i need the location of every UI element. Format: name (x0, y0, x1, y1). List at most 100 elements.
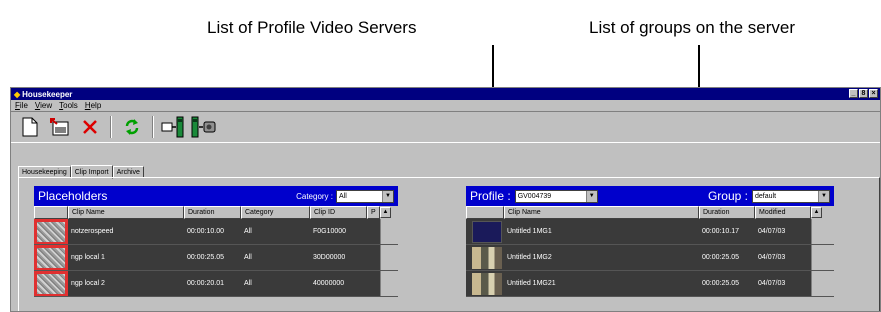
import-clip-icon (50, 118, 69, 136)
column-duration[interactable]: Duration (699, 206, 755, 219)
toolbar (11, 111, 880, 143)
column-duration[interactable]: Duration (184, 206, 241, 219)
clip-id: 40000000 (313, 280, 345, 287)
chevron-down-icon[interactable]: ▼ (382, 190, 393, 202)
table-row[interactable]: ngp local 2 00:00:20.01 All 40000000 (34, 271, 398, 297)
table-row[interactable]: notzerospeed 00:00:10.00 All F0G10000 (34, 219, 398, 245)
refresh-icon (125, 119, 139, 135)
profile-value: GV004739 (517, 192, 552, 200)
scroll-track[interactable] (380, 219, 398, 244)
profile-label: Profile : (470, 189, 511, 203)
scrollbar[interactable]: ▲ (380, 206, 398, 219)
new-document-button[interactable] (17, 115, 43, 139)
table-row[interactable]: ngp local 1 00:00:25.05 All 30D00000 (34, 245, 398, 271)
clip-name: Untitled 1MG1 (507, 228, 552, 235)
scroll-track[interactable] (811, 271, 834, 296)
group-select[interactable]: default ▼ (752, 189, 830, 203)
clip-category: All (244, 228, 252, 235)
scroll-track[interactable] (811, 245, 834, 270)
menu-tools[interactable]: Tools (59, 101, 78, 110)
toolbar-separator (152, 116, 154, 138)
scroll-up-button[interactable]: ▲ (811, 207, 822, 218)
clip-p (367, 219, 380, 244)
server-header: Profile : GV004739 ▼ Group : default ▼ (466, 186, 834, 206)
app-icon: ◆ (14, 89, 21, 99)
scroll-track[interactable] (380, 245, 398, 270)
server-to-archive-icon (191, 116, 216, 138)
group-label: Group : (707, 189, 748, 203)
clip-name: notzerospeed (71, 228, 114, 235)
maximize-button[interactable]: 8 (859, 89, 868, 98)
callout-profile-servers: List of Profile Video Servers (207, 18, 417, 37)
clip-duration: 00:00:10.17 (702, 228, 739, 235)
delete-button[interactable] (77, 115, 103, 139)
minimize-button[interactable]: _ (849, 89, 858, 98)
delete-icon (83, 120, 97, 134)
server-column-header: Clip Name Duration Modified ▲ (466, 206, 834, 219)
column-p[interactable]: P (367, 206, 380, 219)
clip-name: ngp local 1 (71, 254, 105, 261)
clip-name: Untitled 1MG2 (507, 254, 552, 261)
clip-name: ngp local 2 (71, 280, 105, 287)
server-to-archive-button[interactable] (191, 115, 217, 139)
category-label: Category : (296, 191, 333, 201)
placeholders-title: Placeholders (38, 189, 108, 203)
title-bar: ◆ Housekeeper _ 8 × (11, 88, 880, 100)
clip-id: F0G10000 (313, 228, 347, 235)
column-category[interactable]: Category (241, 206, 310, 219)
tab-strip: Housekeeping Clip Import Archive (18, 164, 144, 179)
clip-duration: 00:00:25.05 (187, 254, 224, 261)
clip-thumbnail (466, 271, 504, 296)
clip-thumbnail (466, 219, 504, 244)
clip-name: Untitled 1MG21 (507, 280, 556, 287)
table-row[interactable]: Untitled 1MG2 00:00:25.05 04/07/03 (466, 245, 834, 271)
scrollbar[interactable]: ▲ (811, 206, 834, 219)
category-value: All (339, 192, 347, 200)
menu-help[interactable]: Help (85, 101, 101, 110)
clip-thumbnail (466, 245, 504, 270)
housekeeper-window: ◆ Housekeeper _ 8 × File View Tools Help (10, 87, 881, 312)
new-document-icon (22, 117, 38, 137)
chevron-down-icon[interactable]: ▼ (585, 190, 597, 202)
export-to-server-icon (161, 116, 184, 138)
placeholders-column-header: Clip Name Duration Category Clip ID P ▲ (34, 206, 398, 219)
clip-thumbnail (34, 271, 68, 296)
clip-modified: 04/07/03 (758, 280, 786, 287)
column-thumbnail[interactable] (34, 206, 68, 219)
column-thumbnail[interactable] (466, 206, 504, 219)
menu-file[interactable]: File (15, 101, 28, 110)
column-clip-id[interactable]: Clip ID (310, 206, 367, 219)
table-row[interactable]: Untitled 1MG1 00:00:10.17 04/07/03 (466, 219, 834, 245)
scroll-track[interactable] (380, 271, 398, 296)
clip-duration: 00:00:20.01 (187, 280, 224, 287)
clip-duration: 00:00:10.00 (187, 228, 224, 235)
export-to-server-button[interactable] (161, 115, 187, 139)
clip-p (367, 271, 380, 296)
clip-modified: 04/07/03 (758, 254, 786, 261)
clip-thumbnail (34, 245, 68, 270)
toolbar-separator (110, 116, 112, 138)
clip-p (367, 245, 380, 270)
column-clip-name[interactable]: Clip Name (504, 206, 699, 219)
refresh-button[interactable] (119, 115, 145, 139)
column-modified[interactable]: Modified (755, 206, 811, 219)
column-clip-name[interactable]: Clip Name (68, 206, 184, 219)
import-clip-button[interactable] (47, 115, 73, 139)
group-value: default (755, 192, 777, 200)
category-select[interactable]: All ▼ (336, 189, 394, 203)
profile-server-select[interactable]: GV004739 ▼ (514, 189, 598, 203)
server-panel: Profile : GV004739 ▼ Group : default ▼ C… (466, 186, 834, 297)
menu-view[interactable]: View (35, 101, 52, 110)
close-button[interactable]: × (869, 89, 878, 98)
scroll-track[interactable] (811, 219, 834, 244)
placeholders-header: Placeholders Category : All ▼ (34, 186, 398, 206)
clip-duration: 00:00:25.05 (702, 280, 739, 287)
scroll-up-button[interactable]: ▲ (380, 207, 391, 218)
clip-category: All (244, 280, 252, 287)
window-title: Housekeeper (22, 89, 73, 99)
clip-id: 30D00000 (313, 254, 346, 261)
chevron-down-icon[interactable]: ▼ (818, 190, 829, 202)
callout-groups: List of groups on the server (589, 18, 796, 37)
clip-category: All (244, 254, 252, 261)
table-row[interactable]: Untitled 1MG21 00:00:25.05 04/07/03 (466, 271, 834, 297)
